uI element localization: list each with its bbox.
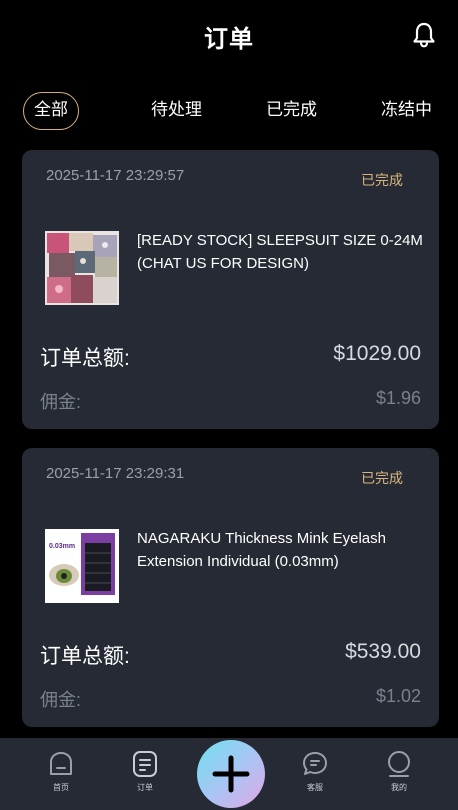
- home-icon: [50, 752, 72, 775]
- nav-mine[interactable]: 我的: [369, 750, 429, 793]
- product-name: [READY STOCK] SLEEPSUIT SIZE 0-24M (CHAT…: [137, 232, 423, 272]
- commission-value: $1.02: [375, 686, 421, 706]
- order-card[interactable]: 2025-11-17 23:29:57 已完成 [READY STOCK] SL…: [22, 150, 439, 429]
- tab-pending[interactable]: 待处理: [151, 92, 202, 130]
- order-total-label: 订单总额:: [40, 347, 130, 370]
- product-thumbnail: 0.03mm: [45, 529, 119, 603]
- tab-completed[interactable]: 已完成: [266, 92, 317, 130]
- order-status-badge: 已完成: [361, 172, 403, 188]
- nav-home-label: 首页: [53, 783, 69, 792]
- order-status-tabs: 全部 待处理 已完成 冻结中: [0, 92, 458, 130]
- tab-all[interactable]: 全部: [23, 92, 79, 130]
- commission-label: 佣金:: [40, 690, 82, 710]
- order-status-badge: 已完成: [361, 470, 403, 486]
- product-thumbnail: [45, 231, 119, 305]
- order-total-value: $539.00: [345, 640, 421, 663]
- nav-orders-label: 订单: [137, 783, 153, 792]
- page-title: 订单: [204, 25, 254, 53]
- bell-icon[interactable]: [412, 22, 436, 48]
- order-total-label: 订单总额:: [40, 645, 130, 668]
- commission-label: 佣金:: [40, 392, 82, 412]
- tab-frozen[interactable]: 冻结中: [381, 92, 432, 130]
- nav-orders[interactable]: 订单: [115, 750, 175, 793]
- plus-icon: [212, 755, 250, 793]
- chat-icon: [303, 752, 327, 775]
- nav-service[interactable]: 客服: [285, 750, 345, 793]
- order-date: 2025-11-17 23:29:31: [46, 465, 185, 482]
- nav-service-label: 客服: [307, 783, 323, 792]
- order-card[interactable]: 2025-11-17 23:29:31 已完成 0.03mm NAGARAKU …: [22, 448, 439, 727]
- thumbnail-caption: 0.03mm: [49, 543, 76, 550]
- commission-value: $1.96: [375, 388, 421, 408]
- order-date: 2025-11-17 23:29:57: [46, 167, 185, 184]
- product-name: NAGARAKU Thickness Mink Eyelash Extensio…: [137, 530, 386, 570]
- orders-icon: [133, 751, 157, 777]
- add-button[interactable]: [197, 740, 265, 808]
- user-icon: [388, 751, 410, 777]
- nav-home[interactable]: 首页: [31, 750, 91, 793]
- nav-mine-label: 我的: [391, 783, 407, 792]
- top-bar: 订单: [0, 0, 458, 72]
- order-total-value: $1029.00: [333, 342, 421, 365]
